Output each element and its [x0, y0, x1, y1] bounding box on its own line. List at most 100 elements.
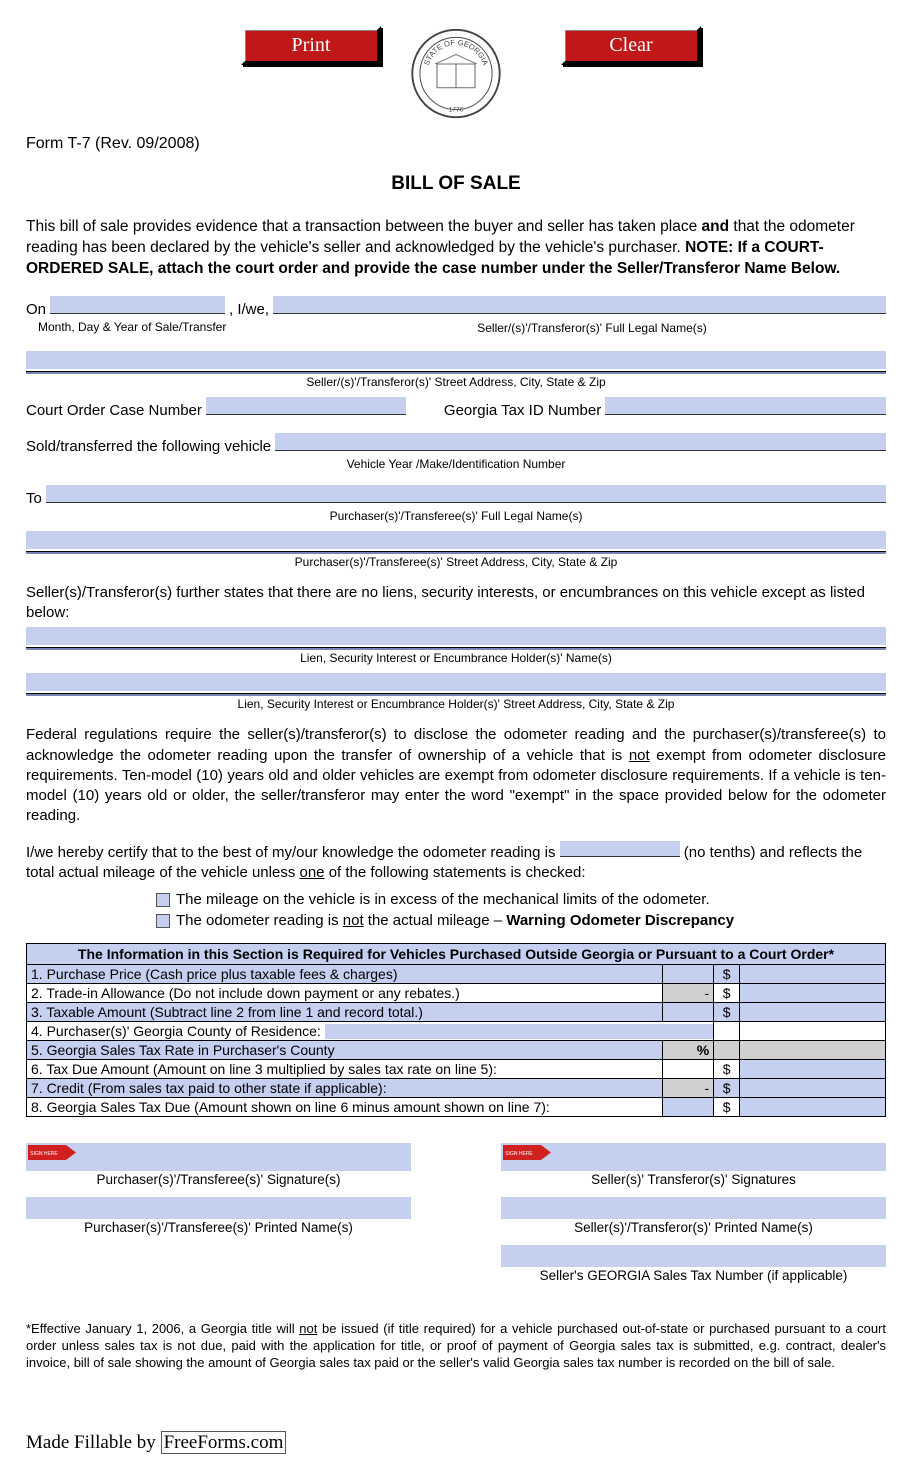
purchaser-sig-col: SIGN HERE Purchaser(s)'/Transferee(s)' S… — [26, 1143, 411, 1293]
fn-a: *Effective January 1, 2006, a Georgia ti… — [26, 1321, 299, 1336]
check2-label: The odometer reading is not the actual m… — [176, 912, 734, 929]
signature-area: SIGN HERE Purchaser(s)'/Transferee(s)' S… — [26, 1143, 886, 1293]
footer-a: Made Fillable by — [26, 1432, 161, 1453]
fn-not: not — [299, 1321, 317, 1336]
row3-dollar: $ — [714, 1003, 740, 1022]
footer: Made Fillable by FreeForms.com — [26, 1432, 886, 1454]
divider — [26, 693, 886, 696]
row7-sign: - — [662, 1079, 714, 1098]
label-to: To — [26, 490, 42, 507]
svg-text:STATE OF GEORGIA: STATE OF GEORGIA — [422, 38, 490, 67]
seller-signature-field[interactable]: SIGN HERE — [501, 1143, 886, 1171]
row8-label: 8. Georgia Sales Tax Due (Amount shown o… — [27, 1098, 663, 1117]
c2warn: Warning Odometer Discrepancy — [506, 912, 734, 929]
ga-tax-field[interactable] — [605, 397, 886, 415]
row4-c4 — [739, 1022, 885, 1041]
row5-c3 — [714, 1041, 740, 1060]
date-field[interactable] — [50, 296, 225, 314]
row2-value[interactable] — [739, 984, 885, 1003]
clear-button[interactable]: Clear — [561, 26, 701, 65]
caption-purchaser-addr: Purchaser(s)'/Transferee(s)' Street Addr… — [26, 555, 886, 569]
checkbox-exceeds-limits[interactable] — [156, 893, 170, 907]
certify-paragraph: I/we hereby certify that to the best of … — [26, 841, 886, 884]
intro-text-a: This bill of sale provides evidence that… — [26, 218, 702, 235]
caption-date: Month, Day & Year of Sale/Transfer — [38, 320, 298, 335]
odometer-reading-field[interactable] — [560, 841, 680, 857]
row2-sign: - — [662, 984, 714, 1003]
row6-value[interactable] — [739, 1060, 885, 1079]
c2a: The odometer reading is — [176, 912, 343, 929]
row8-sign — [662, 1098, 714, 1117]
row8-value[interactable] — [739, 1098, 885, 1117]
purchaser-signature-field[interactable]: SIGN HERE — [26, 1143, 411, 1171]
divider — [26, 551, 886, 554]
divider — [26, 647, 886, 650]
row-date-seller: On , I/we, — [26, 296, 886, 318]
row3-label: 3. Taxable Amount (Subtract line 2 from … — [27, 1003, 663, 1022]
row-to: To — [26, 485, 886, 507]
caption-seller-addr: Seller/(s)'/Transferor(s)' Street Addres… — [26, 375, 886, 389]
table-row: 4. Purchaser(s)' Georgia County of Resid… — [27, 1022, 886, 1041]
purchaser-printed-name-field[interactable] — [26, 1197, 411, 1219]
odometer-paragraph: Federal regulations require the seller(s… — [26, 725, 886, 826]
svg-text:1776: 1776 — [449, 107, 464, 114]
vehicle-field[interactable] — [275, 433, 886, 451]
table-row: 6. Tax Due Amount (Amount on line 3 mult… — [27, 1060, 886, 1079]
caption-p-name: Purchaser(s)'/Transferee(s)' Printed Nam… — [26, 1220, 411, 1235]
c2not: not — [343, 912, 364, 929]
table-row: 2. Trade-in Allowance (Do not include do… — [27, 984, 886, 1003]
seller-name-field[interactable] — [273, 296, 886, 314]
check-row-2: The odometer reading is not the actual m… — [156, 912, 886, 929]
seller-tax-number-field[interactable] — [501, 1245, 886, 1267]
intro-paragraph: This bill of sale provides evidence that… — [26, 217, 886, 280]
caption-s-name: Seller(s)'/Transferor(s)' Printed Name(s… — [501, 1220, 886, 1235]
lien-name-field[interactable] — [26, 627, 886, 645]
liens-intro: Seller(s)/Transferor(s) further states t… — [26, 583, 886, 624]
caption-seller-name: Seller/(s)'/Transferor(s)' Full Legal Na… — [298, 321, 886, 335]
caption-lien-name: Lien, Security Interest or Encumbrance H… — [26, 651, 886, 665]
table-row: 8. Georgia Sales Tax Due (Amount shown o… — [27, 1098, 886, 1117]
row3-value[interactable] — [739, 1003, 885, 1022]
footer-link[interactable]: FreeForms.com — [161, 1431, 287, 1454]
tax-table: The Information in this Section is Requi… — [26, 943, 886, 1117]
cert-a: I/we hereby certify that to the best of … — [26, 844, 560, 861]
caption-lien-addr: Lien, Security Interest or Encumbrance H… — [26, 697, 886, 711]
seller-sig-col: SIGN HERE Seller(s)' Transferor(s)' Sign… — [501, 1143, 886, 1293]
table-row: 3. Taxable Amount (Subtract line 2 from … — [27, 1003, 886, 1022]
row7-dollar: $ — [714, 1079, 740, 1098]
row7-label: 7. Credit (From sales tax paid to other … — [27, 1079, 663, 1098]
odo-not: not — [629, 747, 650, 764]
cert-c: of the following statements is checked: — [325, 864, 586, 881]
row5-c4 — [739, 1041, 885, 1060]
row5-label: 5. Georgia Sales Tax Rate in Purchaser's… — [27, 1041, 663, 1060]
row8-dollar: $ — [714, 1098, 740, 1117]
check-row-1: The mileage on the vehicle is in excess … — [156, 891, 886, 908]
checkbox-not-actual[interactable] — [156, 914, 170, 928]
row4-c3 — [714, 1022, 740, 1041]
row2-dollar: $ — [714, 984, 740, 1003]
row2-label: 2. Trade-in Allowance (Do not include do… — [27, 984, 663, 1003]
label-ga-tax: Georgia Tax ID Number — [444, 402, 601, 419]
sign-here-icon: SIGN HERE — [28, 1145, 76, 1160]
seller-addr-field[interactable] — [26, 351, 886, 369]
check1-label: The mileage on the vehicle is in excess … — [176, 891, 710, 908]
print-button[interactable]: Print — [241, 26, 381, 65]
purchaser-addr-field[interactable] — [26, 531, 886, 549]
label-sold-vehicle: Sold/transferred the following vehicle — [26, 438, 271, 455]
table-header: The Information in this Section is Requi… — [27, 944, 886, 965]
row6-sign — [662, 1060, 714, 1079]
caption-purchaser-name: Purchaser(s)'/Transferee(s)' Full Legal … — [26, 509, 886, 523]
court-order-field[interactable] — [206, 397, 406, 415]
page: Print Clear STATE OF GEORGIA 1776 Form T… — [0, 0, 912, 1474]
row1-value[interactable] — [739, 965, 885, 984]
caption-s-tax: Seller's GEORGIA Sales Tax Number (if ap… — [501, 1268, 886, 1283]
row4-value[interactable] — [325, 1024, 713, 1039]
lien-addr-field[interactable] — [26, 673, 886, 691]
row7-value[interactable] — [739, 1079, 885, 1098]
page-title: BILL OF SALE — [26, 173, 886, 195]
purchaser-name-field[interactable] — [46, 485, 886, 503]
row-court-tax: Court Order Case Number Georgia Tax ID N… — [26, 397, 886, 419]
cert-one: one — [300, 864, 325, 881]
seller-printed-name-field[interactable] — [501, 1197, 886, 1219]
table-row: 7. Credit (From sales tax paid to other … — [27, 1079, 886, 1098]
